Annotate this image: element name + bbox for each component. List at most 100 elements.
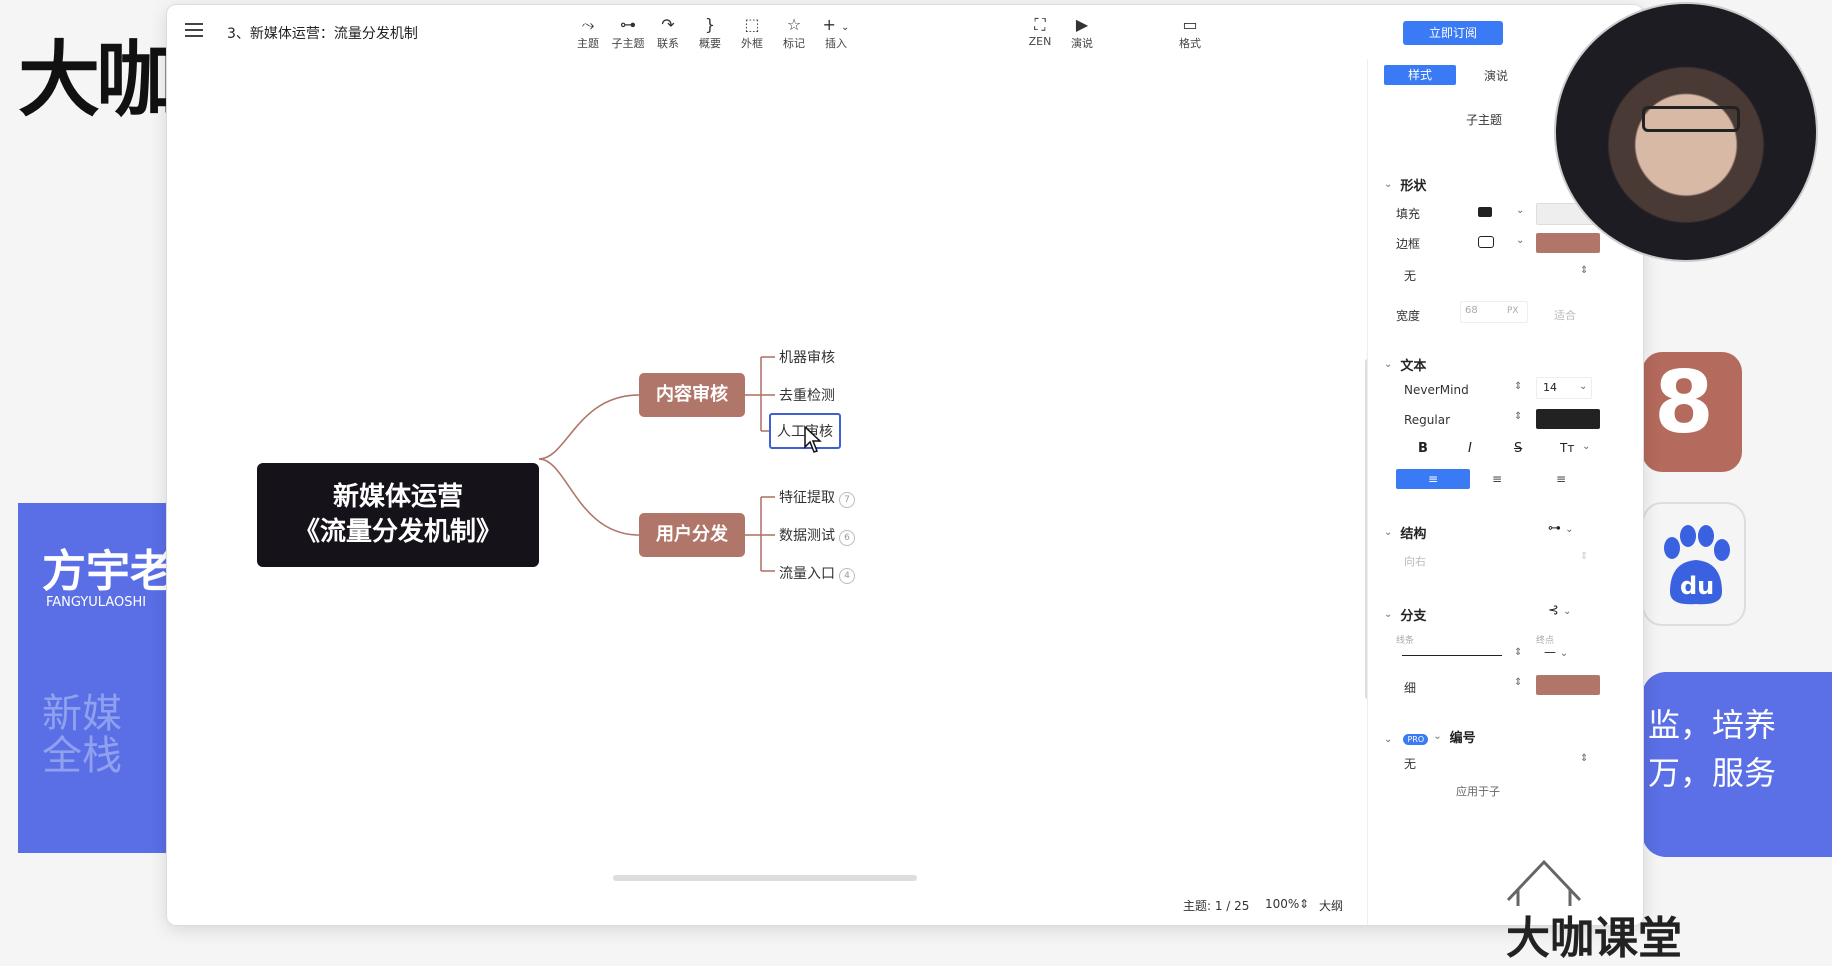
stepper-icon[interactable]: ⇕ — [1514, 677, 1522, 688]
stepper-icon[interactable]: ⇕ — [1514, 411, 1522, 422]
root-topic[interactable]: 新媒体运营 《流量分发机制》 — [257, 463, 539, 567]
line-style-select[interactable] — [1402, 655, 1502, 656]
align-right-button[interactable]: ≡ — [1524, 469, 1598, 489]
teacher-pinyin: FANGYULAOSHI — [46, 595, 147, 610]
stepper-icon[interactable]: ⇕ — [1580, 753, 1588, 764]
width-fit-button[interactable]: 适合 — [1554, 307, 1576, 323]
format-panel-button[interactable]: ▭ 格式 — [1167, 15, 1213, 51]
present-button[interactable]: ▶ 演说 — [1059, 15, 1105, 51]
apply-to-children-text[interactable]: 应用于子 — [1456, 783, 1500, 799]
watermark-text: 大咖课堂 — [1506, 913, 1682, 964]
chevron-down-icon[interactable]: ⌄ — [1516, 205, 1524, 216]
strikethrough-button[interactable]: S — [1514, 441, 1522, 456]
chevron-down-icon[interactable]: ⌄ — [1516, 235, 1524, 246]
document-title: 3、新媒体运营：流量分发机制 — [227, 26, 418, 42]
fill-label: 填充 — [1396, 207, 1421, 221]
background-teacher-card: 方宇老 FANGYULAOSHI 新媒 全栈 — [18, 503, 188, 853]
app-tile-baidu: du — [1642, 502, 1746, 626]
align-left-button[interactable]: ≡ — [1396, 469, 1470, 489]
zoom-stepper-icon[interactable]: ⇕ — [1299, 897, 1309, 911]
format-icon: ▭ — [1182, 15, 1198, 34]
watermark-logo: 大咖课堂 — [1500, 828, 1710, 964]
app-tile-red: 8 — [1642, 352, 1742, 472]
mouse-cursor-icon — [804, 425, 822, 453]
border-style-select[interactable]: 无 — [1404, 267, 1416, 284]
zen-button[interactable]: ⛶ ZEN — [1017, 15, 1063, 48]
relation-icon: ↷ — [661, 15, 675, 34]
marker-button[interactable]: ☆ 标记 — [771, 15, 817, 51]
section-text[interactable]: 文本 — [1384, 355, 1426, 374]
align-center-button[interactable]: ≡ — [1460, 469, 1534, 489]
collapsed-count-badge[interactable]: 6 — [839, 530, 855, 546]
leaf-dedup-check[interactable]: 去重检测 — [779, 385, 835, 405]
menu-icon[interactable] — [185, 23, 203, 37]
stepper-icon[interactable]: ⇕ — [1514, 647, 1522, 658]
structure-direction-select[interactable]: 向右 — [1404, 553, 1426, 569]
leaf-machine-review[interactable]: 机器审核 — [779, 347, 835, 367]
italic-button[interactable]: I — [1468, 441, 1472, 456]
line-end-select[interactable]: — ⌄ — [1544, 645, 1568, 659]
border-color-swatch[interactable] — [1536, 233, 1600, 253]
selection-type-label: 子主题 — [1466, 113, 1503, 127]
section-shape[interactable]: 形状 — [1384, 175, 1426, 194]
baidu-paw-icon: du — [1664, 525, 1730, 605]
background-logo-text: 大咖 — [18, 33, 178, 128]
teacher-name: 方宇老 — [42, 546, 174, 597]
fill-shape-icon[interactable] — [1478, 207, 1492, 217]
app-logo-icon: 8 — [1654, 353, 1714, 453]
outline-button[interactable]: 大纲 — [1319, 897, 1343, 914]
bold-button[interactable]: B — [1418, 441, 1428, 456]
section-branch[interactable]: 分支 — [1384, 605, 1426, 624]
collapsed-count-badge[interactable]: 7 — [839, 492, 855, 508]
structure-icon[interactable]: ⊶ ⌄ — [1548, 521, 1574, 536]
zen-icon: ⛶ — [1034, 15, 1046, 34]
boundary-icon: ⬚ — [744, 15, 760, 34]
collapsed-count-badge[interactable]: 4 — [839, 568, 855, 584]
font-size-select[interactable]: 14 ⌄ — [1536, 377, 1592, 399]
stepper-icon[interactable]: ⇕ — [1580, 265, 1588, 276]
top-toolbar: 3、新媒体运营：流量分发机制 ⤳ 主题 ⊶ 子主题 ↷ 联系 } 概要 ⬚ 外框… — [167, 5, 1643, 59]
tab-style[interactable]: 样式 — [1384, 65, 1456, 85]
section-numbering[interactable]: ⌄ PRO 编号 — [1384, 727, 1476, 746]
summary-button[interactable]: } 概要 — [687, 15, 733, 51]
present-icon: ▶ — [1075, 15, 1089, 34]
leaf-data-testing[interactable]: 数据测试 6 — [779, 525, 855, 546]
mindmap-app-window: 3、新媒体运营：流量分发机制 ⤳ 主题 ⊶ 子主题 ↷ 联系 } 概要 ⬚ 外框… — [166, 4, 1644, 926]
branch-user-distribution[interactable]: 用户分发 — [639, 513, 745, 557]
stepper-icon[interactable]: ⇕ — [1580, 551, 1588, 562]
house-outline-icon — [1506, 859, 1582, 906]
insert-icon: + ⌄ — [822, 15, 850, 34]
relation-button[interactable]: ↷ 联系 — [645, 15, 691, 51]
mindmap-canvas[interactable]: 新媒体运营 《流量分发机制》 内容审核 用户分发 机器审核 去重检测 人工审核 … — [167, 59, 1370, 925]
tab-speech[interactable]: 演说 — [1484, 67, 1508, 84]
line-label: 线条 — [1396, 636, 1415, 646]
stepper-icon[interactable]: ⇕ — [1514, 381, 1522, 392]
branch-color-swatch[interactable] — [1536, 675, 1600, 695]
horizontal-scrollbar[interactable] — [613, 875, 917, 881]
text-color-swatch[interactable] — [1536, 409, 1600, 429]
leaf-feature-extraction[interactable]: 特征提取 7 — [779, 487, 855, 508]
webcam-overlay — [1554, 2, 1818, 262]
branch-content-review[interactable]: 内容审核 — [639, 373, 745, 417]
insert-button[interactable]: + ⌄ 插入 — [813, 15, 859, 51]
zoom-level[interactable]: 100% — [1265, 897, 1299, 911]
width-input[interactable]: 68 PX — [1460, 301, 1528, 323]
pro-badge: PRO — [1403, 734, 1429, 745]
branch-style-icon[interactable]: ⊰ ⌄ — [1548, 603, 1571, 618]
border-shape-icon[interactable] — [1478, 236, 1494, 248]
font-family-select[interactable]: NeverMind — [1404, 383, 1469, 397]
line-thickness-select[interactable]: 细 — [1404, 679, 1416, 696]
presenter-glasses — [1642, 106, 1740, 132]
marker-icon: ☆ — [786, 15, 802, 34]
text-case-button[interactable]: Tт — [1560, 441, 1574, 455]
summary-icon: } — [704, 15, 716, 34]
boundary-button[interactable]: ⬚ 外框 — [729, 15, 775, 51]
section-structure[interactable]: 结构 — [1384, 523, 1426, 542]
subscribe-button[interactable]: 立即订阅 — [1403, 21, 1503, 45]
svg-text:du: du — [1680, 572, 1714, 600]
font-weight-select[interactable]: Regular — [1404, 413, 1450, 427]
teacher-faded-text: 新媒 全栈 — [42, 691, 122, 779]
numbering-select[interactable]: 无 — [1404, 755, 1416, 772]
leaf-traffic-entry[interactable]: 流量入口 4 — [779, 563, 855, 584]
chevron-down-icon[interactable]: ⌄ — [1582, 441, 1590, 452]
